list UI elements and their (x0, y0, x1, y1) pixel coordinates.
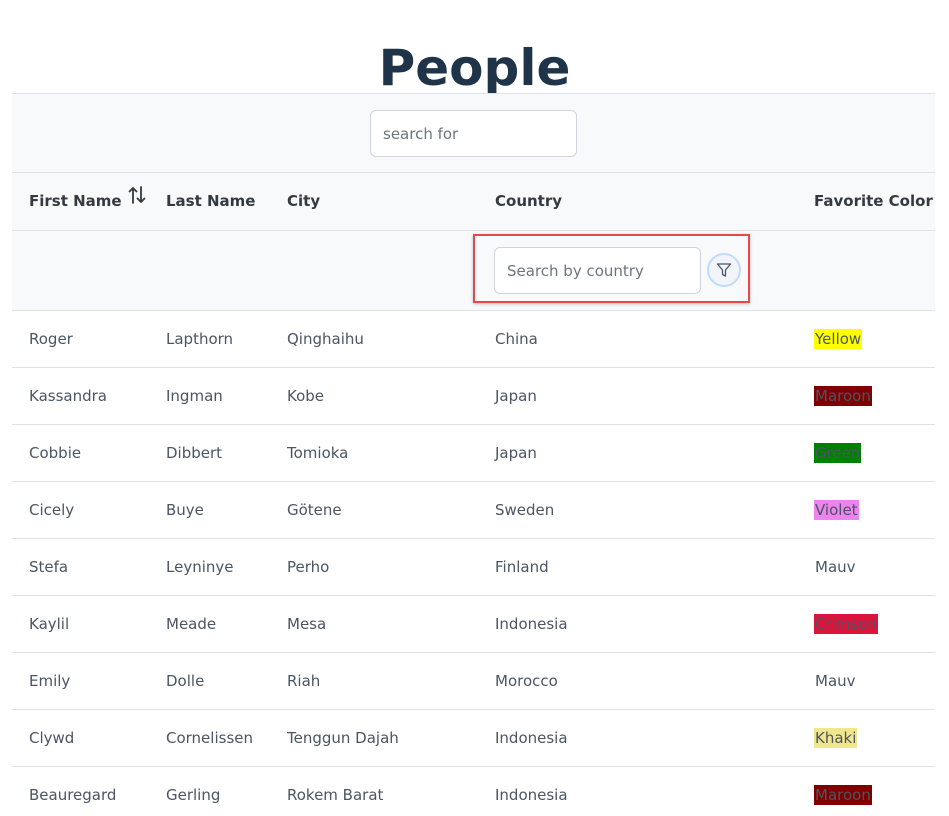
table-row[interactable]: Cobbie Dibbert Tomioka Japan Green (12, 425, 935, 482)
city-cell: Götene (287, 501, 342, 519)
color-swatch-label: Maroon (814, 386, 872, 406)
first-name-cell: Kaylil (29, 615, 70, 633)
first-name-cell: Roger (29, 330, 73, 348)
table-row[interactable]: Beauregard Gerling Rokem Barat Indonesia Mar… (12, 767, 935, 816)
country-cell: Japan (495, 444, 537, 462)
first-name-cell: Emily (29, 672, 71, 690)
city-cell: Riah (287, 672, 321, 690)
column-header-first-name[interactable]: First Name (29, 173, 146, 230)
country-cell: Indonesia (495, 786, 568, 804)
last-name-cell: Cornelissen (166, 729, 253, 747)
table-header: First Name Last Name City Country Favori… (12, 173, 935, 231)
table-body: Roger Lapthorn Qinghaihu China Yellow Kassand… (12, 311, 935, 816)
city-cell: Qinghaihu (287, 330, 364, 348)
color-swatch-label: Maroon (814, 785, 872, 805)
color-swatch-label: Crimson (814, 614, 878, 634)
last-name-cell: Gerling (166, 786, 221, 804)
color-swatch-label: Khaki (814, 728, 858, 748)
favorite-color-cell: Green (814, 425, 862, 481)
first-name-cell: Stefa (29, 558, 69, 576)
country-cell: China (495, 330, 538, 348)
first-name-cell: Cicely (29, 501, 75, 519)
country-cell: Finland (495, 558, 549, 576)
column-header-city: City (287, 192, 321, 210)
favorite-color-cell: Maroon (814, 368, 872, 424)
favorite-color-cell: Yellow (814, 311, 863, 367)
last-name-cell: Leyninye (166, 558, 234, 576)
table-row[interactable]: Emily Dolle Riah Morocco Mauv (12, 653, 935, 710)
country-cell: Indonesia (495, 615, 568, 633)
global-search-bar (12, 93, 935, 173)
color-swatch-label: Green (814, 443, 862, 463)
filter-menu-button[interactable] (707, 253, 741, 287)
city-cell: Kobe (287, 387, 325, 405)
sort-arrows-icon[interactable] (128, 172, 146, 229)
table-row[interactable]: Clywd Cornelissen Tenggun Dajah Indonesia Kh… (12, 710, 935, 767)
city-cell: Mesa (287, 615, 327, 633)
favorite-color-cell: Mauv (814, 539, 857, 595)
table-row[interactable]: Cicely Buye Götene Sweden Violet (12, 482, 935, 539)
city-cell: Perho (287, 558, 330, 576)
first-name-cell: Beauregard (29, 786, 117, 804)
favorite-color-cell: Maroon (814, 767, 872, 816)
favorite-color-cell: Crimson (814, 596, 878, 652)
funnel-filter-icon (716, 262, 732, 278)
country-cell: Indonesia (495, 729, 568, 747)
people-table: First Name Last Name City Country Favori… (12, 93, 935, 816)
color-swatch-label: Violet (814, 500, 859, 520)
city-cell: Rokem Barat (287, 786, 384, 804)
first-name-cell: Cobbie (29, 444, 82, 462)
country-cell: Morocco (495, 672, 558, 690)
country-cell: Sweden (495, 501, 555, 519)
column-header-label: First Name (29, 192, 122, 210)
color-swatch-label: Mauv (815, 672, 856, 690)
last-name-cell: Buye (166, 501, 204, 519)
column-header-favorite-color: Favorite Color (814, 192, 933, 210)
last-name-cell: Dibbert (166, 444, 223, 462)
table-row[interactable]: Roger Lapthorn Qinghaihu China Yellow (12, 311, 935, 368)
color-swatch-label: Yellow (814, 329, 863, 349)
table-row[interactable]: Kassandra Ingman Kobe Japan Maroon (12, 368, 935, 425)
table-row[interactable]: Kaylil Meade Mesa Indonesia Crimson (12, 596, 935, 653)
last-name-cell: Dolle (166, 672, 205, 690)
city-cell: Tomioka (287, 444, 349, 462)
column-header-country: Country (495, 192, 563, 210)
first-name-cell: Clywd (29, 729, 75, 747)
country-filter-input[interactable] (494, 247, 701, 294)
last-name-cell: Ingman (166, 387, 223, 405)
table-row[interactable]: Stefa Leyninye Perho Finland Mauv (12, 539, 935, 596)
favorite-color-cell: Mauv (814, 653, 857, 709)
first-name-cell: Kassandra (29, 387, 107, 405)
favorite-color-cell: Violet (814, 482, 859, 538)
color-swatch-label: Mauv (815, 558, 856, 576)
city-cell: Tenggun Dajah (287, 729, 399, 747)
column-header-last-name: Last Name (166, 192, 256, 210)
global-search-input[interactable] (370, 110, 577, 157)
last-name-cell: Meade (166, 615, 217, 633)
country-cell: Japan (495, 387, 537, 405)
filter-row (12, 231, 935, 311)
favorite-color-cell: Khaki (814, 710, 858, 766)
last-name-cell: Lapthorn (166, 330, 234, 348)
